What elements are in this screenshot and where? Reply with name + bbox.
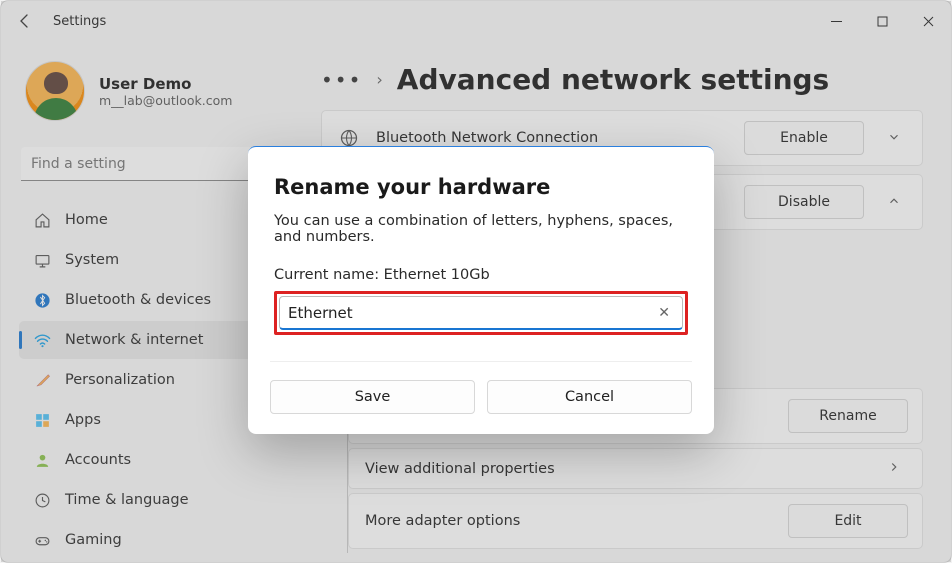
dialog-title: Rename your hardware (274, 175, 688, 199)
rename-dialog: Rename your hardware You can use a combi… (248, 146, 714, 434)
clear-input-icon[interactable]: ✕ (654, 305, 674, 321)
dialog-input-highlight: ✕ (274, 291, 688, 335)
save-button[interactable]: Save (270, 380, 475, 414)
rename-input[interactable] (288, 304, 654, 322)
dialog-description: You can use a combination of letters, hy… (274, 213, 688, 245)
settings-window: Settings User Demo m__lab@outlook.com (0, 0, 952, 563)
dialog-current-name: Current name: Ethernet 10Gb (274, 267, 688, 283)
cancel-button[interactable]: Cancel (487, 380, 692, 414)
